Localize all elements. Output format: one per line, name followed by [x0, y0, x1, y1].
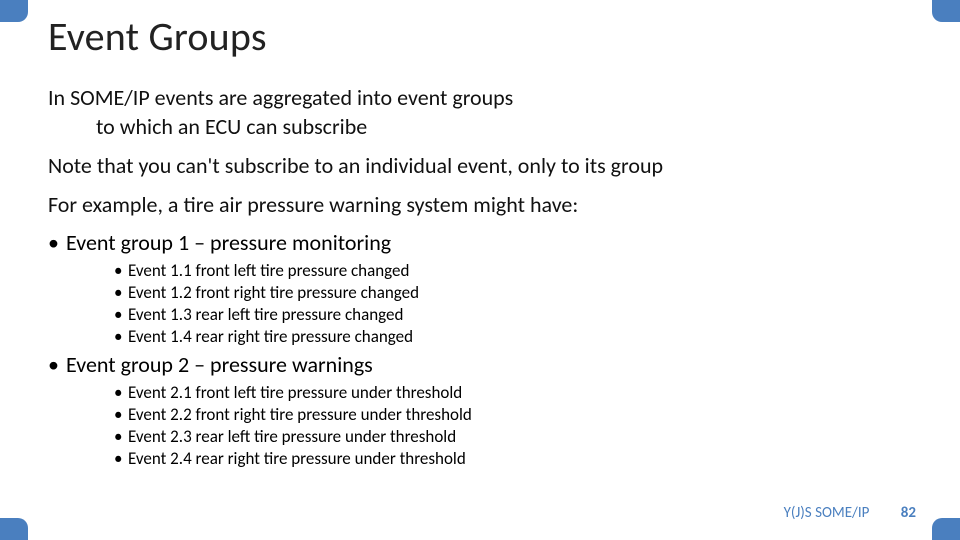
- paragraph-example: For example, a tire air pressure warning…: [48, 190, 912, 219]
- event-item: Event 1.1 front left tire pressure chang…: [114, 260, 912, 282]
- event-group-label: Event group 1 – pressure monitoring: [66, 229, 391, 256]
- footer-label: Y(J)S SOME/IP: [784, 504, 870, 522]
- page-number: 82: [901, 504, 916, 522]
- event-item: Event 2.3 rear left tire pressure under …: [114, 426, 912, 448]
- text: to which an ECU can subscribe: [48, 112, 912, 141]
- event-item: Event 1.2 front right tire pressure chan…: [114, 282, 912, 304]
- event-item: Event 1.3 rear left tire pressure change…: [114, 304, 912, 326]
- slide: Event Groups In SOME/IP events are aggre…: [0, 0, 960, 540]
- slide-body: In SOME/IP events are aggregated into ev…: [48, 83, 912, 469]
- event-group-label: Event group 2 – pressure warnings: [66, 351, 373, 378]
- event-list: Event 1.1 front left tire pressure chang…: [66, 260, 912, 347]
- paragraph-note: Note that you can't subscribe to an indi…: [48, 151, 912, 180]
- event-item: Event 2.2 front right tire pressure unde…: [114, 404, 912, 426]
- event-item: Event 2.4 rear right tire pressure under…: [114, 448, 912, 470]
- event-group-list: Event group 1 – pressure monitoring Even…: [48, 229, 912, 469]
- paragraph-intro: In SOME/IP events are aggregated into ev…: [48, 83, 912, 141]
- event-item: Event 1.4 rear right tire pressure chang…: [114, 326, 912, 348]
- event-group-2: Event group 2 – pressure warnings Event …: [48, 351, 912, 469]
- slide-title: Event Groups: [48, 12, 912, 61]
- event-list: Event 2.1 front left tire pressure under…: [66, 382, 912, 469]
- slide-footer: Y(J)S SOME/IP 82: [784, 504, 916, 522]
- text: In SOME/IP events are aggregated into ev…: [48, 84, 513, 111]
- event-group-1: Event group 1 – pressure monitoring Even…: [48, 229, 912, 347]
- event-item: Event 2.1 front left tire pressure under…: [114, 382, 912, 404]
